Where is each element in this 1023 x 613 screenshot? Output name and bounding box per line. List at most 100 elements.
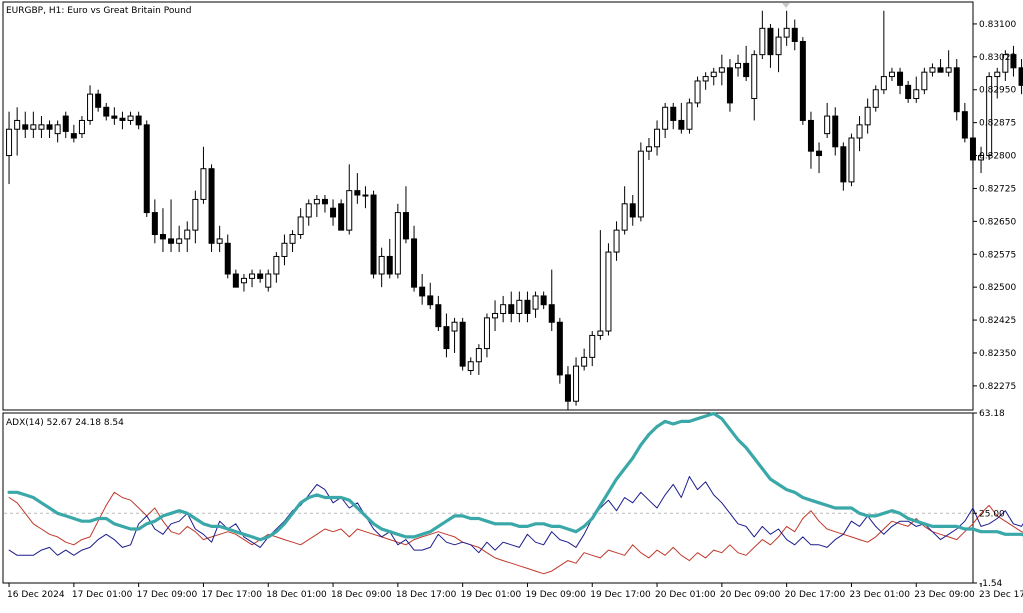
candle-body-bear [767, 27, 774, 56]
price-tick-label: 0.82800 [979, 152, 1016, 162]
candle-body-bull [176, 238, 183, 244]
candle [686, 98, 693, 134]
candle-body-bull [848, 137, 855, 183]
candle-body-bull [394, 212, 401, 275]
candle-body-bull [710, 71, 717, 78]
price-tick-label: 0.82875 [979, 119, 1016, 129]
adx-pane[interactable] [2, 411, 1023, 584]
candle [143, 120, 150, 217]
candle-body-bear [629, 203, 636, 218]
candle-body-bull [54, 124, 61, 135]
indicator-tick-label: 63.18 [979, 409, 1005, 419]
candle-body-bear [840, 146, 847, 183]
candle [208, 164, 215, 253]
candle-body-bear [832, 115, 839, 148]
candle-body-bull [500, 304, 507, 314]
candle-body-bull [775, 36, 782, 56]
candle-body-bear [111, 115, 118, 119]
candle-body-bear [22, 124, 29, 130]
candle [921, 67, 928, 95]
time-tick-label: 17 Dec 01:00 [72, 590, 133, 600]
price-pane[interactable] [2, 1, 1023, 411]
time-tick-label: 16 Dec 2024 [7, 590, 65, 600]
adx-pane-frame [2, 412, 974, 584]
candle [799, 37, 806, 125]
candle [605, 243, 612, 336]
candle-body-bull [313, 198, 320, 205]
price-tick-label: 0.82425 [979, 316, 1016, 326]
candle-body-bull [475, 348, 482, 363]
candle-body-bear [224, 242, 231, 275]
time-axis: 16 Dec 2024 17 Dec 01:00 17 Dec 09:00 17 De… [3, 582, 1023, 600]
candle-body-bear [151, 212, 158, 236]
candle-body-bear [897, 71, 904, 86]
candle-body-bull [597, 330, 604, 336]
price-tick-label: 0.83025 [979, 53, 1016, 63]
candle-body-bear [402, 212, 409, 240]
candle-body-bull [613, 229, 620, 253]
candle-body-bear [443, 326, 450, 350]
candle-body-bear [46, 124, 53, 130]
candle-body-bull [783, 27, 790, 38]
time-tick-label: 20 Dec 01:00 [655, 590, 716, 600]
candle-body-bull [273, 255, 280, 275]
candle-body-bull [994, 71, 1001, 78]
candle-body-bear [330, 207, 337, 218]
price-tick-label: 0.82650 [979, 217, 1016, 227]
candle-body-bull [451, 321, 458, 332]
candle-body-bull [929, 67, 936, 73]
candle-body-bull [645, 146, 652, 152]
candle-body-bear [564, 374, 571, 402]
candle-body-bear [678, 119, 685, 130]
candle-body-bull [824, 115, 831, 135]
candle-body-bull [654, 128, 661, 148]
time-tick-label: 23 Dec 01:00 [849, 590, 910, 600]
candle-body-bull [581, 356, 588, 367]
candle-body-bull [864, 106, 871, 126]
candle-body-bull [686, 102, 693, 130]
candle-body-bear [953, 67, 960, 113]
candle [338, 199, 345, 231]
candle-body-bull [702, 76, 709, 82]
candle-body-bear [338, 203, 345, 231]
candle-body-bull [856, 124, 863, 139]
candle-body-bear [95, 93, 102, 108]
candle-body-bull [888, 71, 895, 78]
candle-body-bear [143, 124, 150, 214]
time-tick-label: 19 Dec 17:00 [590, 590, 651, 600]
time-tick-label: 19 Dec 01:00 [461, 590, 522, 600]
candle-body-bull [240, 277, 247, 284]
candle-body-bull [265, 273, 272, 288]
candle-body-bull [184, 229, 191, 240]
candle [394, 203, 401, 279]
candle-body-bull [305, 203, 312, 218]
candle-body-bull [589, 334, 596, 358]
candle-body-bear [159, 234, 166, 240]
candle-body-bear [168, 238, 175, 244]
candle-body-bear [508, 304, 515, 314]
price-tick-label: 0.82500 [979, 283, 1016, 293]
chart-window: 0.83100 0.83025 0.82950 0.82875 0.82800 0.827… [0, 0, 1023, 609]
candle-body-bear [354, 190, 361, 196]
candle-body-bull [492, 312, 499, 319]
time-tick-label: 18 Dec 01:00 [266, 590, 327, 600]
candle-body-bull [921, 71, 928, 91]
candle-body-bear [937, 67, 944, 73]
indicator-tick-label: 25.00 [979, 509, 1005, 519]
candle-body-bear [419, 286, 426, 297]
candle-body-bull [483, 317, 490, 350]
indicator-label: ADX(14) 52.67 24.18 8.54 [6, 418, 124, 428]
candle-body-bear [386, 255, 393, 275]
candle-body-bear [321, 198, 328, 205]
candle-body-bear [556, 321, 563, 376]
symbol-title: EURGBP, H1: Euro vs Great Britain Pound [6, 6, 191, 16]
time-tick-label: 23 Dec 09:00 [914, 590, 975, 600]
candle-body-bull [945, 67, 952, 73]
candle-body-bull [378, 255, 385, 275]
candle-body-bull [289, 234, 296, 244]
candle-body-bear [257, 273, 264, 279]
time-tick-label: 20 Dec 17:00 [785, 590, 846, 600]
candle-body-bull [281, 242, 288, 257]
candle-body-bear [548, 304, 555, 323]
time-tick-label: 17 Dec 09:00 [137, 590, 198, 600]
